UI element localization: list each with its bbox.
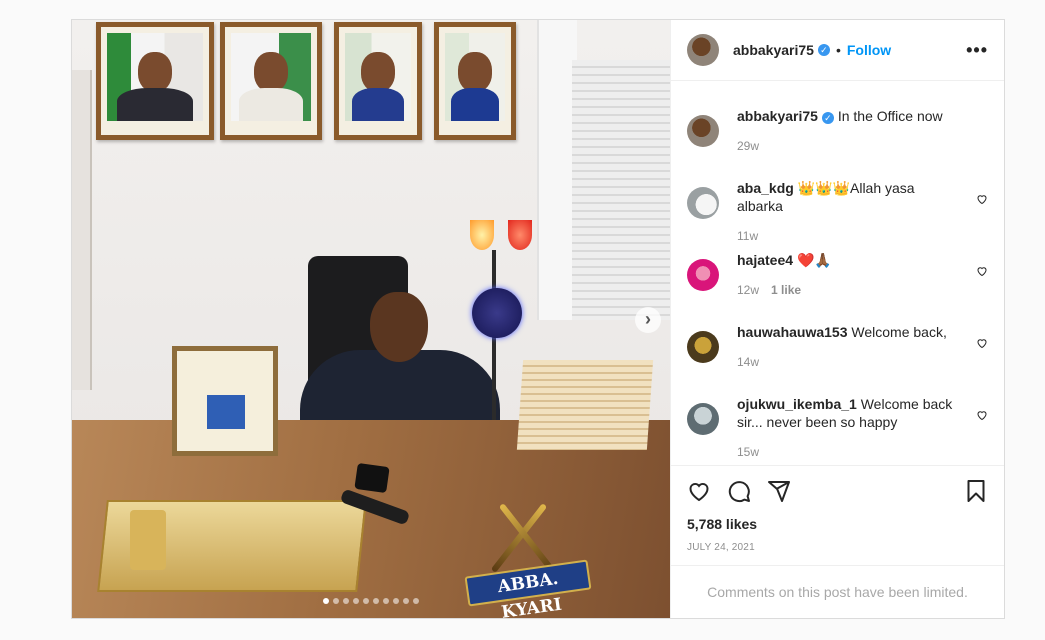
heart-icon[interactable] (687, 479, 711, 503)
bookmark-icon[interactable] (964, 479, 988, 503)
comment-item: ojukwu_ikemba_1 Welcome back sir... neve… (687, 395, 988, 461)
portrait-frame-2 (220, 22, 322, 140)
comment-item: aba_kdg 👑👑👑Allah yasa albarka 11w (687, 179, 988, 245)
likes-count[interactable]: 5,788 likes (687, 516, 988, 532)
portrait-frame-4 (434, 22, 516, 140)
carousel-dot (353, 598, 359, 604)
comment-time[interactable]: 14w (737, 355, 759, 369)
post-actions: 5,788 likes JULY 24, 2021 (671, 465, 1004, 565)
verified-badge-icon: ✓ (821, 112, 834, 124)
file-stack (516, 360, 654, 450)
comment-item: hauwahauwa153 Welcome back, 14w (687, 323, 988, 371)
carousel-next-button[interactable]: › (635, 307, 661, 333)
comment-username[interactable]: aba_kdg (737, 180, 794, 196)
author-avatar[interactable] (687, 34, 719, 66)
verified-badge-icon: ✓ (817, 44, 830, 56)
comment-time[interactable]: 11w (737, 229, 758, 243)
comments-limited-notice: Comments on this post have been limited. (671, 565, 1004, 618)
portrait-frame-3 (334, 22, 422, 140)
commenter-avatar[interactable] (687, 259, 719, 291)
caption: abbakyari75 ✓ In the Office now 29w (687, 107, 988, 155)
caption-text: In the Office now (837, 108, 943, 124)
comment-username[interactable]: ojukwu_ikemba_1 (737, 396, 857, 412)
post-date[interactable]: JULY 24, 2021 (687, 542, 988, 553)
pen-holder (130, 510, 166, 570)
caption-avatar[interactable] (687, 115, 719, 147)
follow-button[interactable]: Follow (847, 42, 891, 58)
comment-text: ❤️🙏🏾 (796, 252, 832, 268)
carousel-dots (72, 598, 670, 604)
comment-like-heart-icon[interactable] (976, 337, 988, 349)
comment-like-heart-icon[interactable] (976, 409, 988, 421)
lamp-tulip-red (508, 220, 532, 250)
carousel-dot (413, 598, 419, 604)
man-head (370, 292, 428, 362)
carousel-dot (363, 598, 369, 604)
commenter-avatar[interactable] (687, 403, 719, 435)
comment-username[interactable]: hauwahauwa153 (737, 324, 848, 340)
carousel-dot (383, 598, 389, 604)
more-options-icon[interactable]: ••• (966, 40, 988, 61)
commenter-avatar[interactable] (687, 331, 719, 363)
carousel-dot (333, 598, 339, 604)
lamp-tulip-yellow (470, 220, 494, 250)
carousel-dot (323, 598, 329, 604)
portrait-frame-1 (96, 22, 214, 140)
comment-username[interactable]: hajatee4 (737, 252, 793, 268)
caption-username[interactable]: abbakyari75 (737, 108, 818, 124)
award-certificate (172, 346, 278, 456)
comment-text: Welcome back, (851, 324, 947, 340)
post-sidebar: abbakyari75 ✓ • Follow ••• abbakyari75 ✓ … (670, 20, 1004, 618)
carousel-dot (393, 598, 399, 604)
share-icon[interactable] (767, 479, 791, 503)
carousel-dot (373, 598, 379, 604)
comment-item: hajatee4 ❤️🙏🏾 12w 1 like (687, 251, 988, 299)
comments-list[interactable]: abbakyari75 ✓ In the Office now 29w aba_k… (671, 81, 1004, 465)
comment-like-heart-icon[interactable] (976, 265, 988, 277)
comment-icon[interactable] (727, 479, 751, 503)
author-username[interactable]: abbakyari75 (733, 42, 814, 58)
door-frame (72, 70, 92, 390)
comment-time[interactable]: 15w (737, 445, 759, 459)
carousel-dot (343, 598, 349, 604)
comment-like-heart-icon[interactable] (976, 193, 988, 205)
comment-like-count[interactable]: 1 like (771, 283, 801, 297)
wall-shelf (537, 20, 577, 320)
post-photo[interactable]: ABBA. KYARI › (72, 20, 670, 618)
comment-time[interactable]: 12w (737, 283, 759, 297)
header-separator: • (835, 42, 841, 58)
wall-clock (472, 288, 522, 338)
post-header: abbakyari75 ✓ • Follow ••• (671, 20, 1004, 81)
commenter-avatar[interactable] (687, 187, 719, 219)
caption-time[interactable]: 29w (737, 139, 759, 153)
post-modal: ABBA. KYARI › abbakyari75 ✓ • Follow •••… (71, 19, 1005, 619)
window-blinds (572, 60, 670, 320)
carousel-dot (403, 598, 409, 604)
mobile-phone (354, 462, 390, 494)
